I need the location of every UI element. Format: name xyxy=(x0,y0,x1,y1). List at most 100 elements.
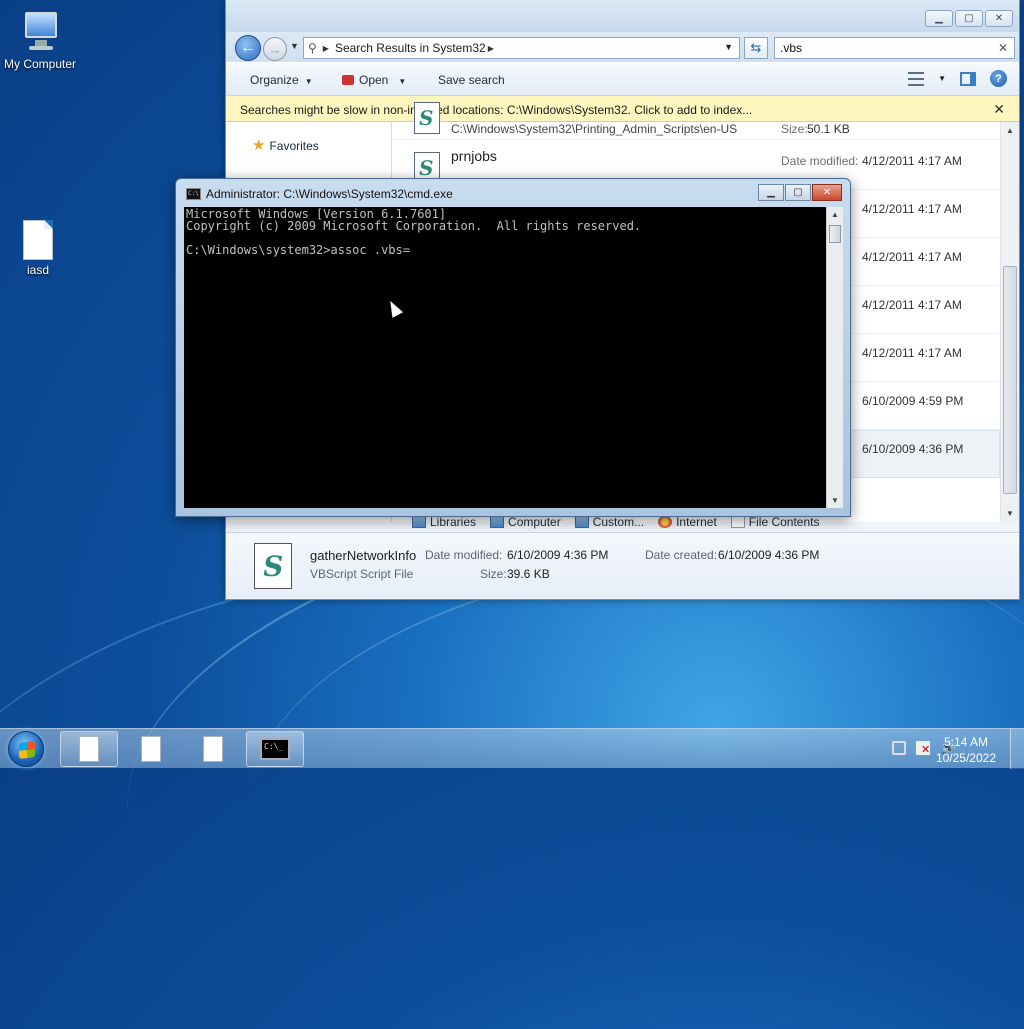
scroll-down-icon[interactable]: ▼ xyxy=(1006,509,1014,518)
open-label: Open xyxy=(359,73,389,87)
preview-pane-icon[interactable] xyxy=(960,71,976,86)
cmd-window[interactable]: C:\ Administrator: C:\Windows\System32\c… xyxy=(175,178,851,517)
save-search-button[interactable]: Save search xyxy=(438,73,505,87)
maximize-button[interactable]: ▢ xyxy=(785,184,811,201)
desktop-icon-label: iasd xyxy=(26,263,49,277)
console-scrollbar[interactable]: ▲ ▼ xyxy=(826,207,843,508)
explorer-titlebar[interactable]: ▁ ▢ ✕ xyxy=(226,0,1019,32)
search-again-custom[interactable]: Custom... xyxy=(574,515,645,529)
details-date-created: 6/10/2009 4:36 PM xyxy=(718,548,820,562)
document-icon xyxy=(141,736,161,762)
date-modified: 4/12/2011 4:17 AM xyxy=(862,154,962,168)
scrollbar-thumb[interactable] xyxy=(1003,266,1017,494)
file-contents-icon xyxy=(730,516,745,528)
file-name: prnjobs xyxy=(451,148,497,164)
network-icon[interactable] xyxy=(892,741,906,755)
sidebar-item-label: Favorites xyxy=(269,139,319,153)
list-item[interactable]: C:\Windows\System32\Printing_Admin_Scrip… xyxy=(392,92,1000,140)
organize-button[interactable]: Organize ▼ xyxy=(250,73,313,87)
star-icon: ★ xyxy=(252,137,266,154)
minimize-button[interactable]: ▁ xyxy=(925,10,953,27)
open-icon xyxy=(342,75,354,85)
help-icon[interactable]: ? xyxy=(990,70,1007,87)
close-button[interactable]: ✕ xyxy=(985,10,1013,27)
chevron-down-icon: ▼ xyxy=(398,77,407,86)
size-label: Size: xyxy=(480,567,507,581)
clock-time: 5:14 AM xyxy=(943,735,988,749)
taskbar: C:\_ 🔊 5:14 AM 10/25/2022 xyxy=(0,728,1024,769)
desktop-icon-iasd[interactable]: iasd xyxy=(0,220,78,277)
scrollbar-thumb[interactable] xyxy=(829,225,841,243)
scroll-down-icon[interactable]: ▼ xyxy=(831,496,839,505)
save-search-label: Save search xyxy=(438,73,505,87)
clock-date: 10/25/2022 xyxy=(935,751,996,765)
minimize-button[interactable]: ▁ xyxy=(758,184,784,201)
sidebar-item-favorites[interactable]: ★ Favorites xyxy=(252,136,319,154)
search-again-label: File Contents xyxy=(748,515,820,529)
search-again-label: Custom... xyxy=(592,515,645,529)
date-modified: 4/12/2011 4:17 AM xyxy=(862,298,962,312)
scroll-up-icon[interactable]: ▲ xyxy=(1006,126,1014,135)
scroll-up-icon[interactable]: ▲ xyxy=(831,210,839,219)
search-again-computer[interactable]: Computer xyxy=(490,515,561,529)
vbscript-file-icon xyxy=(254,543,292,589)
console-output[interactable]: Microsoft Windows [Version 6.1.7601] Copy… xyxy=(184,207,826,508)
details-file-type: VBScript Script File xyxy=(310,567,414,581)
details-file-name: gatherNetworkInfo xyxy=(310,548,417,563)
date-modified: 6/10/2009 4:36 PM xyxy=(862,442,964,456)
show-desktop-button[interactable] xyxy=(1010,729,1024,769)
cmd-icon: C:\ xyxy=(186,188,201,200)
size-label: Size: xyxy=(781,122,808,136)
date-modified-label: Date modified: xyxy=(781,154,859,168)
libraries-icon xyxy=(412,516,426,528)
search-again-internet[interactable]: Internet xyxy=(658,515,717,529)
chevron-down-icon[interactable]: ▼ xyxy=(938,74,946,83)
action-center-flag-icon[interactable] xyxy=(916,741,930,756)
forward-button[interactable]: → xyxy=(263,37,287,61)
refresh-button[interactable]: ⇆ xyxy=(744,37,768,59)
date-modified: 4/12/2011 4:17 AM xyxy=(862,346,962,360)
recent-pages-dropdown[interactable]: ▼ xyxy=(290,41,299,51)
results-scrollbar[interactable]: ▲ ▼ xyxy=(1000,122,1019,522)
search-again-label: Computer xyxy=(508,515,561,529)
chevron-right-icon[interactable]: ▶ xyxy=(323,44,329,53)
clear-search-icon[interactable]: ✕ xyxy=(998,41,1008,55)
start-button[interactable] xyxy=(8,731,44,767)
taskbar-button-document[interactable] xyxy=(184,731,242,767)
maximize-button[interactable]: ▢ xyxy=(955,10,983,27)
command-bar: Organize ▼ Open ▼ Save search ▼ ? xyxy=(226,62,1019,96)
vbscript-file-icon xyxy=(414,102,440,134)
navigation-bar: ← → ▼ ⚲ ▶ Search Results in System32 ▶ ▼… xyxy=(226,32,1019,62)
chevron-right-icon[interactable]: ▶ xyxy=(488,44,494,53)
search-again-label: Libraries xyxy=(430,515,477,529)
taskbar-button-document[interactable] xyxy=(60,731,118,767)
internet-explorer-icon xyxy=(658,516,673,528)
document-icon xyxy=(203,736,223,762)
computer-icon xyxy=(490,516,505,528)
search-again-libraries[interactable]: Libraries xyxy=(412,515,476,529)
change-view-icon[interactable] xyxy=(908,71,925,86)
clock[interactable]: 5:14 AM 10/25/2022 xyxy=(936,734,996,766)
address-dropdown-icon[interactable]: ▼ xyxy=(724,42,733,52)
search-input[interactable]: .vbs ✕ xyxy=(774,37,1015,59)
address-bar[interactable]: ⚲ ▶ Search Results in System32 ▶ ▼ xyxy=(303,37,740,59)
breadcrumb[interactable]: Search Results in System32 xyxy=(335,41,486,55)
close-button[interactable]: ✕ xyxy=(812,184,842,201)
cmd-title: Administrator: C:\Windows\System32\cmd.e… xyxy=(206,187,453,201)
folder-icon xyxy=(574,516,589,528)
console-prompt-line: C:\Windows\system32>assoc .vbs= xyxy=(186,243,410,257)
date-modified: 4/12/2011 4:17 AM xyxy=(862,202,962,216)
taskbar-button-cmd[interactable]: C:\_ xyxy=(246,731,304,767)
file-path: C:\Windows\System32\Printing_Admin_Scrip… xyxy=(451,122,738,136)
search-again-label: Internet xyxy=(676,515,717,529)
taskbar-button-document[interactable] xyxy=(122,731,180,767)
search-icon: ⚲ xyxy=(308,41,317,55)
open-button[interactable]: Open ▼ xyxy=(342,73,406,87)
organize-label: Organize xyxy=(250,73,299,87)
file-size: 50.1 KB xyxy=(807,122,850,136)
search-again-file-contents[interactable]: File Contents xyxy=(730,515,820,529)
back-button[interactable]: ← xyxy=(235,35,261,61)
cmd-icon: C:\_ xyxy=(260,738,290,760)
desktop-icon-my-computer[interactable]: My Computer xyxy=(0,10,80,71)
document-icon xyxy=(23,220,53,260)
